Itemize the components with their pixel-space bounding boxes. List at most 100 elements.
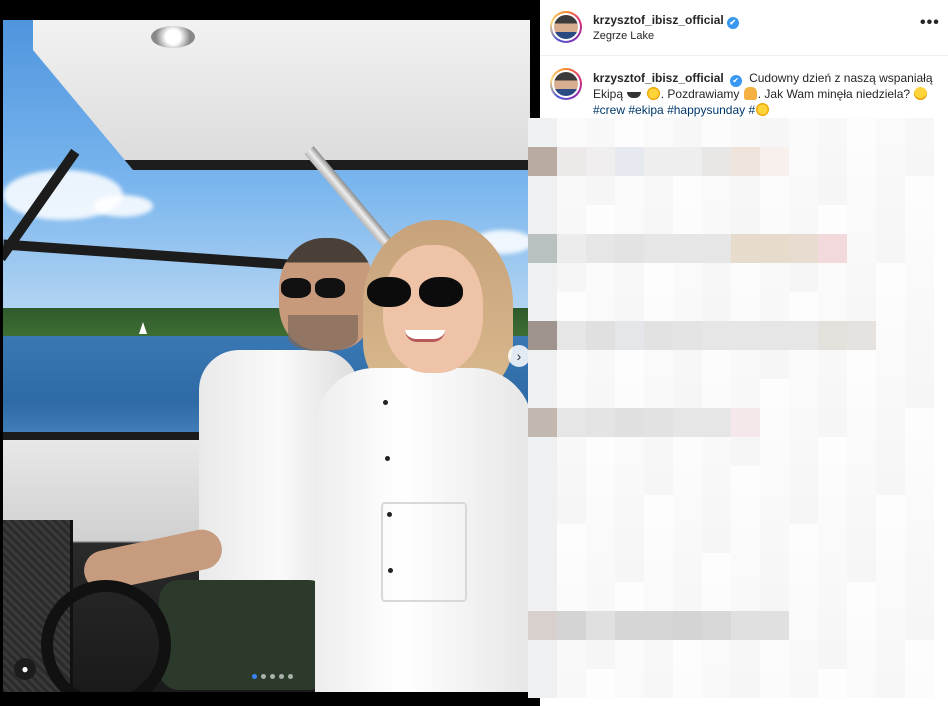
pixelated-tile — [586, 669, 615, 698]
pixelated-tile — [702, 553, 731, 582]
pixelated-tile — [673, 524, 702, 553]
pixelated-tile — [876, 118, 905, 147]
pixelated-tile — [760, 118, 789, 147]
pixelated-tile — [818, 263, 847, 292]
pixelated-tile — [760, 582, 789, 611]
more-options-button[interactable]: ••• — [920, 14, 940, 32]
pixelated-tile — [905, 408, 934, 437]
pixelated-tile — [760, 466, 789, 495]
pixelated-tile — [644, 640, 673, 669]
pixelated-tile — [673, 147, 702, 176]
pixelated-tile — [673, 408, 702, 437]
pixelated-tile — [557, 553, 586, 582]
pixelated-tile — [528, 553, 557, 582]
pixelated-tile — [905, 205, 934, 234]
pixelated-tile — [586, 292, 615, 321]
pixelated-tile — [789, 553, 818, 582]
pixelated-tile — [644, 234, 673, 263]
pixelated-tile — [673, 263, 702, 292]
pixelated-tile — [760, 524, 789, 553]
pixelated-tile — [847, 640, 876, 669]
pixelated-tile — [731, 640, 760, 669]
pixelated-tile — [702, 292, 731, 321]
pixelated-tile — [847, 292, 876, 321]
pixelated-tile — [586, 408, 615, 437]
pixelated-tile — [586, 321, 615, 350]
hashtag-link[interactable]: # — [749, 103, 756, 117]
pixelated-tile — [702, 524, 731, 553]
pixelated-tile — [557, 321, 586, 350]
hashtag-link[interactable]: #happysunday — [667, 103, 745, 117]
verified-icon: ✔ — [729, 75, 742, 87]
tagged-users-icon[interactable]: ● — [14, 658, 36, 680]
pixelated-tile — [557, 263, 586, 292]
pixelated-tile — [847, 524, 876, 553]
hashtag-link[interactable]: #crew — [593, 103, 625, 117]
pixelated-tile — [615, 582, 644, 611]
pixelated-tile — [702, 408, 731, 437]
pixelated-tile — [644, 466, 673, 495]
pixelated-tile — [847, 321, 876, 350]
pixelated-tile — [644, 408, 673, 437]
pixelated-tile — [702, 147, 731, 176]
pixelated-tile — [528, 611, 557, 640]
pixelated-tile — [557, 524, 586, 553]
pixelated-tile — [789, 321, 818, 350]
pixelated-tile — [731, 176, 760, 205]
pixelated-tile — [702, 495, 731, 524]
pixelated-tile — [557, 379, 586, 408]
post-location[interactable]: Zegrze Lake — [593, 30, 654, 42]
shirt-pocket — [381, 502, 467, 602]
pixelated-tile — [789, 205, 818, 234]
pixelated-tile — [905, 321, 934, 350]
pixelated-tile — [702, 118, 731, 147]
caption-author-avatar[interactable] — [550, 68, 582, 100]
caption-username[interactable]: krzysztof_ibisz_official — [593, 71, 724, 85]
pixelated-tile — [702, 669, 731, 698]
pixelated-tile — [760, 147, 789, 176]
pixelated-tile — [673, 292, 702, 321]
author-username[interactable]: krzysztof_ibisz_official — [593, 13, 724, 27]
pixelated-tile — [876, 350, 905, 379]
pixelated-tile — [876, 321, 905, 350]
pixelated-tile — [673, 640, 702, 669]
pixelated-tile — [586, 495, 615, 524]
pixelated-tile — [905, 263, 934, 292]
carousel-dot — [270, 674, 275, 679]
pixelated-tile — [702, 176, 731, 205]
pixelated-tile — [818, 205, 847, 234]
pixelated-tile — [731, 582, 760, 611]
boat-emoji-icon — [627, 92, 642, 98]
pixelated-tile — [586, 640, 615, 669]
pixelated-tile — [644, 553, 673, 582]
pixelated-tile — [847, 118, 876, 147]
pixelated-tile — [760, 437, 789, 466]
carousel-next-button[interactable]: › — [508, 345, 530, 367]
pixelated-tile — [702, 350, 731, 379]
author-avatar[interactable] — [550, 11, 582, 43]
pixelated-tile — [731, 350, 760, 379]
pixelated-tile — [702, 321, 731, 350]
pixelated-tile — [557, 408, 586, 437]
pixelated-tile — [818, 669, 847, 698]
pixelated-tile — [673, 669, 702, 698]
pixelated-tile — [876, 611, 905, 640]
woman-sunglasses — [367, 277, 465, 307]
pixelated-tile — [528, 263, 557, 292]
pixelated-tile — [760, 495, 789, 524]
hashtag-link[interactable]: #ekipa — [628, 103, 663, 117]
pixelated-tile — [586, 553, 615, 582]
photo-sailboat — [139, 322, 147, 334]
pixelated-tile — [847, 205, 876, 234]
pixelated-tile — [731, 147, 760, 176]
pixelated-tile — [876, 437, 905, 466]
pixelated-tile — [702, 205, 731, 234]
pixelated-tile — [673, 350, 702, 379]
carousel-dot — [288, 674, 293, 679]
pixelated-tile — [557, 640, 586, 669]
pixelated-tile — [586, 176, 615, 205]
pixelated-tile — [789, 118, 818, 147]
pixelated-tile — [731, 524, 760, 553]
pixelated-tile — [760, 408, 789, 437]
sun-emoji-icon — [756, 102, 770, 116]
